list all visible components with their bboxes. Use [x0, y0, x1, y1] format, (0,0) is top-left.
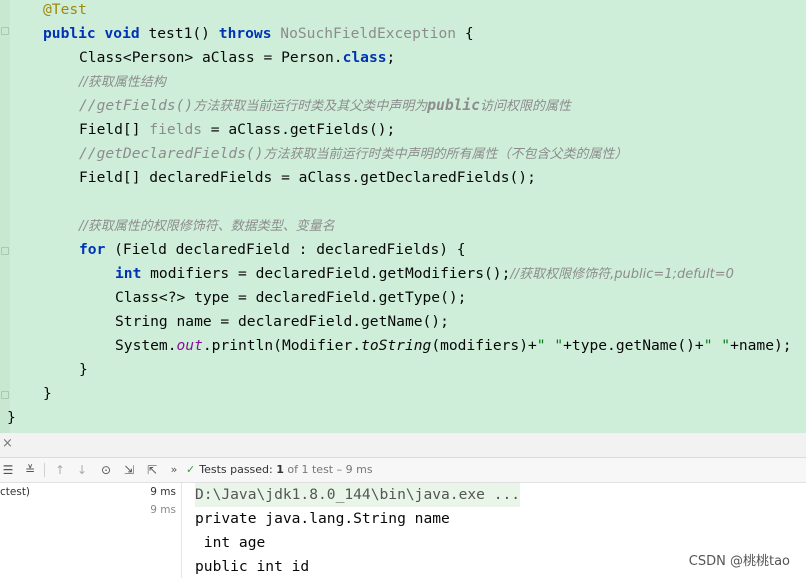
run-tool-window: × ☰ ≚ ↑ ↓ ⊙ ⇲ ⇱ » ✓ Tests passed: 1 of 1 …: [0, 433, 806, 578]
comment-text: //获取属性结构: [79, 75, 166, 90]
comment-text: public: [427, 97, 480, 114]
fold-marker-icon[interactable]: [1, 391, 9, 399]
code-line: Class<?> type = declaredField.getType();: [115, 289, 467, 306]
code-line: int modifiers = declaredField.getModifie…: [115, 262, 734, 286]
keyword: int: [115, 265, 142, 282]
collapse-all-icon[interactable]: ≚: [22, 462, 38, 478]
keyword: public: [43, 25, 96, 42]
static-method: toString: [361, 337, 432, 354]
console-line: public int id: [195, 558, 310, 575]
code-comment: //获取属性的权限修饰符、数据类型、变量名: [79, 214, 335, 238]
import-tests-icon[interactable]: ⇲: [121, 462, 137, 478]
test-duration: 9 ms: [150, 486, 176, 498]
code-comment: //获取属性结构: [79, 70, 166, 94]
code-line: for (Field declaredField : declaredField…: [79, 238, 466, 262]
code-text: ;: [386, 49, 396, 66]
keyword: throws: [218, 25, 272, 42]
export-tests-icon[interactable]: ⇱: [144, 462, 160, 478]
code-editor[interactable]: @Test public void test1() throws NoSuchF…: [0, 0, 806, 433]
console-line: int age: [195, 534, 266, 551]
history-icon[interactable]: ⊙: [98, 462, 114, 478]
unused-variable: fields: [149, 121, 203, 138]
fold-marker-icon[interactable]: [1, 27, 9, 35]
string-literal: " ": [536, 337, 564, 354]
comment-text: //获取属性的权限修饰符、数据类型、变量名: [79, 219, 335, 234]
tool-window-header: ×: [0, 433, 806, 458]
editor-gutter: [0, 0, 10, 433]
code-line: }: [79, 361, 88, 378]
comment-text: 方法获取当前运行时类中声明的所有属性（不包含父类的属性）: [263, 147, 628, 162]
keyword: class: [342, 49, 387, 66]
tests-passed-count: 1: [276, 463, 284, 476]
test-status: ✓ Tests passed: 1 of 1 test – 9 ms: [186, 462, 373, 478]
code-line: }: [7, 409, 16, 426]
console-line: private java.lang.String name: [195, 510, 450, 527]
keyword: void: [104, 25, 140, 42]
close-icon[interactable]: ×: [2, 436, 13, 451]
watermark: CSDN @桃桃tao: [688, 554, 790, 569]
more-icon[interactable]: »: [166, 462, 182, 478]
comment-text: //获取权限修饰符,public=1;defult=0: [510, 267, 734, 282]
code-line: @Test: [43, 0, 87, 22]
code-text: modifiers = declaredField.getModifiers()…: [141, 265, 511, 282]
brace: {: [464, 25, 474, 42]
tests-detail: of 1 test – 9 ms: [283, 463, 373, 476]
code-line: String name = declaredField.getName();: [115, 313, 449, 330]
comment-text: //getDeclaredFields(): [79, 145, 264, 162]
code-line: public void test1() throws NoSuchFieldEx…: [43, 22, 474, 46]
code-line: Field[] declaredFields = aClass.getDecla…: [79, 169, 536, 186]
code-text: +name);: [730, 337, 792, 354]
test-tree-row[interactable]: 9 ms: [0, 501, 181, 519]
test-tree: ctest) 9 ms 9 ms: [0, 483, 182, 578]
comment-text: 方法获取当前运行时类及其父类中声明为: [193, 99, 428, 114]
previous-test-icon[interactable]: ↑: [52, 462, 68, 478]
code-line: }: [43, 385, 52, 402]
code-text: = aClass.getFields();: [202, 121, 396, 138]
test-duration: 9 ms: [150, 504, 176, 516]
code-comment: //getFields()方法获取当前运行时类及其父类中声明为public访问权…: [79, 94, 571, 118]
comment-text: 访问权限的属性: [479, 99, 571, 114]
method-name: test1(): [148, 25, 210, 42]
exception-type: NoSuchFieldException: [280, 25, 457, 42]
next-test-icon[interactable]: ↓: [74, 462, 90, 478]
code-text: .println(Modifier.: [202, 337, 362, 354]
test-runner-toolbar: ☰ ≚ ↑ ↓ ⊙ ⇲ ⇱ » ✓ Tests passed: 1 of 1 te…: [0, 458, 806, 483]
toolbar-separator: [44, 463, 45, 477]
code-text: (modifiers)+: [431, 337, 537, 354]
code-text: (Field declaredField : declaredFields) {: [105, 241, 466, 258]
console-command-line: D:\Java\jdk1.8.0_144\bin\java.exe ...: [195, 483, 521, 507]
code-text: +type.getName()+: [563, 337, 704, 354]
comment-text: //getFields(): [79, 97, 194, 114]
code-line: System.out.println(Modifier.toString(mod…: [115, 334, 792, 358]
code-text: Class<Person> aClass = Person.: [79, 49, 343, 66]
tests-passed-label: Tests passed:: [199, 463, 273, 476]
test-tree-row[interactable]: ctest) 9 ms: [0, 483, 181, 501]
expand-all-icon[interactable]: ☰: [0, 462, 16, 478]
check-icon: ✓: [186, 463, 196, 476]
test-tree-label: ctest): [0, 486, 31, 498]
code-line: Field[] fields = aClass.getFields();: [79, 118, 395, 142]
code-text: Field[]: [79, 121, 150, 138]
fold-marker-icon[interactable]: [1, 247, 9, 255]
code-text: System.: [115, 337, 177, 354]
keyword: for: [79, 241, 106, 258]
code-comment: //getDeclaredFields()方法获取当前运行时类中声明的所有属性（…: [79, 142, 628, 166]
string-literal: " ": [703, 337, 731, 354]
static-field: out: [176, 337, 203, 354]
code-line: Class<Person> aClass = Person.class;: [79, 46, 395, 70]
annotation-test: @Test: [43, 1, 87, 18]
